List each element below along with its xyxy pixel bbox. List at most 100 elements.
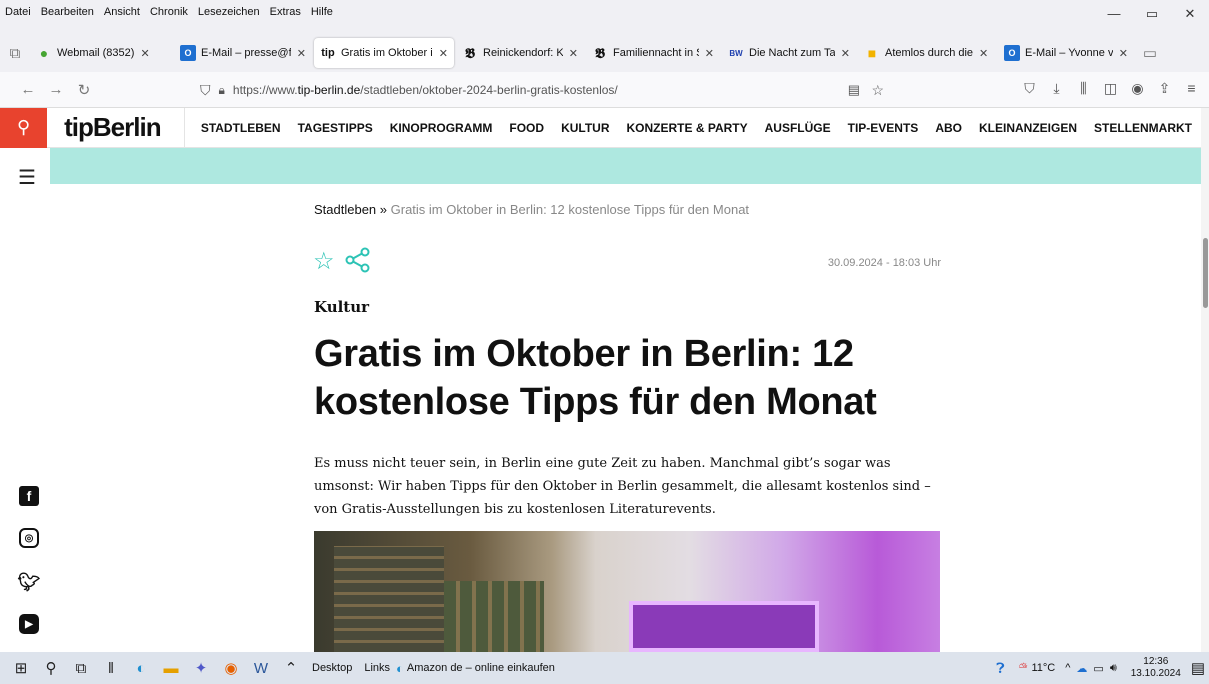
taskbar-separator-icon: ‖ xyxy=(107,659,115,677)
tab-title: Atemlos durch die xyxy=(885,47,974,59)
facebook-icon[interactable]: f xyxy=(19,486,39,506)
tab-familiennacht[interactable]: 𝕭 Familiennacht in St ✕ xyxy=(586,38,720,68)
site-logo[interactable]: tipBerlin xyxy=(64,112,168,143)
breadcrumb-section-link[interactable]: Stadtleben xyxy=(314,202,376,217)
share-icon[interactable] xyxy=(345,247,371,280)
url-bar[interactable]: ⛉ 🔒︎ https://www. tip-berlin.de/stadtlebe… xyxy=(200,77,900,103)
lock-icon[interactable]: 🔒︎ xyxy=(219,83,225,98)
tab-reinickendorf[interactable]: 𝕭 Reinickendorf: Kost ✕ xyxy=(456,38,584,68)
maximize-button[interactable]: ▭ xyxy=(1133,6,1171,22)
nav-ausfluege[interactable]: AUSFLÜGE xyxy=(765,121,831,135)
tab-overview-icon[interactable]: ⧉ xyxy=(0,45,30,62)
volume-icon[interactable]: 🔊︎ xyxy=(1110,662,1117,675)
tab-webmail[interactable]: ● Webmail (8352) ✕ xyxy=(30,38,172,68)
teams-icon[interactable]: ✦ xyxy=(186,659,216,677)
close-tab-icon[interactable]: ✕ xyxy=(140,47,149,60)
list-all-tabs-icon[interactable]: ▭ xyxy=(1136,44,1164,62)
weather-icon[interactable]: ⛅︎ xyxy=(1019,662,1028,675)
bookmark-star-icon[interactable]: ☆ xyxy=(871,82,884,99)
nav-kleinanzeigen[interactable]: KLEINANZEIGEN xyxy=(979,121,1077,135)
close-tab-icon[interactable]: ✕ xyxy=(1119,47,1128,60)
close-tab-icon[interactable]: ✕ xyxy=(297,47,306,60)
article-lead: Es muss nicht teuer sein, in Berlin eine… xyxy=(314,456,931,517)
help-icon[interactable]: ❓︎ xyxy=(996,660,1004,677)
nav-food[interactable]: FOOD xyxy=(509,121,544,135)
window-controls: — ▭ ✕ xyxy=(1095,6,1209,22)
close-window-button[interactable]: ✕ xyxy=(1171,6,1209,22)
article-kicker[interactable]: Kultur xyxy=(314,298,369,316)
menu-lesezeichen[interactable]: Lesezeichen xyxy=(193,6,265,18)
nav-stadtleben[interactable]: STADTLEBEN xyxy=(201,121,281,135)
extensions-icon[interactable]: ⇪ xyxy=(1151,80,1178,97)
minimize-button[interactable]: — xyxy=(1095,6,1133,22)
menu-ansicht[interactable]: Ansicht xyxy=(99,6,145,18)
tracking-shield-icon[interactable]: ⛉ xyxy=(200,82,211,99)
file-explorer-icon[interactable]: ▬ xyxy=(156,660,186,677)
account-icon[interactable]: ◉ xyxy=(1124,80,1151,97)
menu-icon[interactable]: ≡ xyxy=(1178,80,1205,97)
tab-title: Gratis im Oktober i xyxy=(341,47,433,59)
twitter-icon[interactable]: 🐦︎ xyxy=(18,572,40,592)
taskbar-search-icon[interactable]: ⚲ xyxy=(36,659,66,677)
clock[interactable]: 12:36 13.10.2024 xyxy=(1131,656,1181,680)
windows-start-icon[interactable]: ⊞ xyxy=(6,659,36,677)
nav-kinoprogramm[interactable]: KINOPROGRAMM xyxy=(390,121,493,135)
tab-email-presse[interactable]: O E-Mail – presse@fa ✕ xyxy=(174,38,312,68)
scrollbar-thumb[interactable] xyxy=(1203,238,1208,308)
tab-title: Die Nacht zum Tag xyxy=(749,47,835,59)
nav-konzerte-party[interactable]: KONZERTE & PARTY xyxy=(627,121,748,135)
menu-bearbeiten[interactable]: Bearbeiten xyxy=(36,6,99,18)
search-icon[interactable]: ⚲ xyxy=(0,107,48,148)
menu-chronik[interactable]: Chronik xyxy=(145,6,193,18)
library-icon[interactable]: ⫼ xyxy=(1070,80,1097,97)
menu-hilfe[interactable]: Hilfe xyxy=(306,6,338,18)
toolbar-links[interactable]: Links xyxy=(364,662,390,674)
edge-icon[interactable]: ◐ xyxy=(126,660,156,677)
taskbar-scroll-icon[interactable]: ⌃ xyxy=(276,659,306,677)
instagram-icon[interactable]: ◎ xyxy=(19,528,39,548)
toolbar-amazon-link[interactable]: Amazon de – online einkaufen xyxy=(407,662,555,674)
nav-tip-events[interactable]: TIP-EVENTS xyxy=(848,121,919,135)
back-icon[interactable]: ← xyxy=(14,81,42,98)
reload-icon[interactable]: ↻ xyxy=(70,81,98,99)
tab-title: Webmail (8352) xyxy=(57,47,135,59)
downloads-icon[interactable]: ⤓ xyxy=(1043,80,1070,97)
tab-gratis-oktober[interactable]: tip Gratis im Oktober i ✕ xyxy=(314,38,454,68)
hamburger-menu-icon[interactable]: ☰ xyxy=(18,165,36,190)
reader-view-icon[interactable]: ▤ xyxy=(848,82,860,98)
task-view-icon[interactable]: ⧉ xyxy=(66,660,96,677)
tab-email-yvonne[interactable]: O E-Mail – Yvonne vo ✕ xyxy=(998,38,1134,68)
pocket-icon[interactable]: ⛉ xyxy=(1016,80,1043,97)
tab-atemlos[interactable]: ■ Atemlos durch die ✕ xyxy=(858,38,996,68)
nav-kultur[interactable]: KULTUR xyxy=(561,121,609,135)
toolbar-icons: ⛉ ⤓ ⫼ ◫ ◉ ⇪ ≡ xyxy=(1016,80,1205,97)
tray-chevron-icon[interactable]: ^ xyxy=(1065,662,1070,674)
word-icon[interactable]: W xyxy=(246,660,276,677)
clock-time: 12:36 xyxy=(1143,656,1169,667)
forward-icon[interactable]: → xyxy=(42,81,70,98)
notifications-icon[interactable]: ▤ xyxy=(1191,659,1205,677)
sidebar-icon[interactable]: ◫ xyxy=(1097,80,1124,97)
nav-tagestipps[interactable]: TAGESTIPPS xyxy=(298,121,373,135)
menu-datei[interactable]: Datei xyxy=(0,6,36,18)
close-tab-icon[interactable]: ✕ xyxy=(979,47,988,60)
close-tab-icon[interactable]: ✕ xyxy=(705,47,714,60)
bookmark-star-icon[interactable]: ☆ xyxy=(313,247,335,280)
close-tab-icon[interactable]: ✕ xyxy=(439,47,448,60)
tab-nacht-zum-tag[interactable]: BW Die Nacht zum Tag ✕ xyxy=(722,38,856,68)
scrollbar[interactable] xyxy=(1201,108,1209,652)
nav-stellenmarkt[interactable]: STELLENMARKT xyxy=(1094,121,1192,135)
nav-abo[interactable]: ABO xyxy=(935,121,962,135)
youtube-icon[interactable]: ▶ xyxy=(19,614,39,634)
hero-sculpture xyxy=(334,546,444,652)
close-tab-icon[interactable]: ✕ xyxy=(841,47,850,60)
temperature[interactable]: 11°C xyxy=(1031,662,1055,674)
firefox-icon[interactable]: ◉ xyxy=(216,659,246,677)
left-rail: ☰ f ◎ 🐦︎ ▶ xyxy=(0,148,50,652)
close-tab-icon[interactable]: ✕ xyxy=(569,47,578,60)
menu-extras[interactable]: Extras xyxy=(265,6,306,18)
network-icon[interactable]: ▭ xyxy=(1093,662,1103,675)
onedrive-icon[interactable]: ☁ xyxy=(1076,662,1087,675)
url-prefix: https://www. xyxy=(232,83,298,97)
toolbar-desktop[interactable]: Desktop xyxy=(312,662,352,674)
